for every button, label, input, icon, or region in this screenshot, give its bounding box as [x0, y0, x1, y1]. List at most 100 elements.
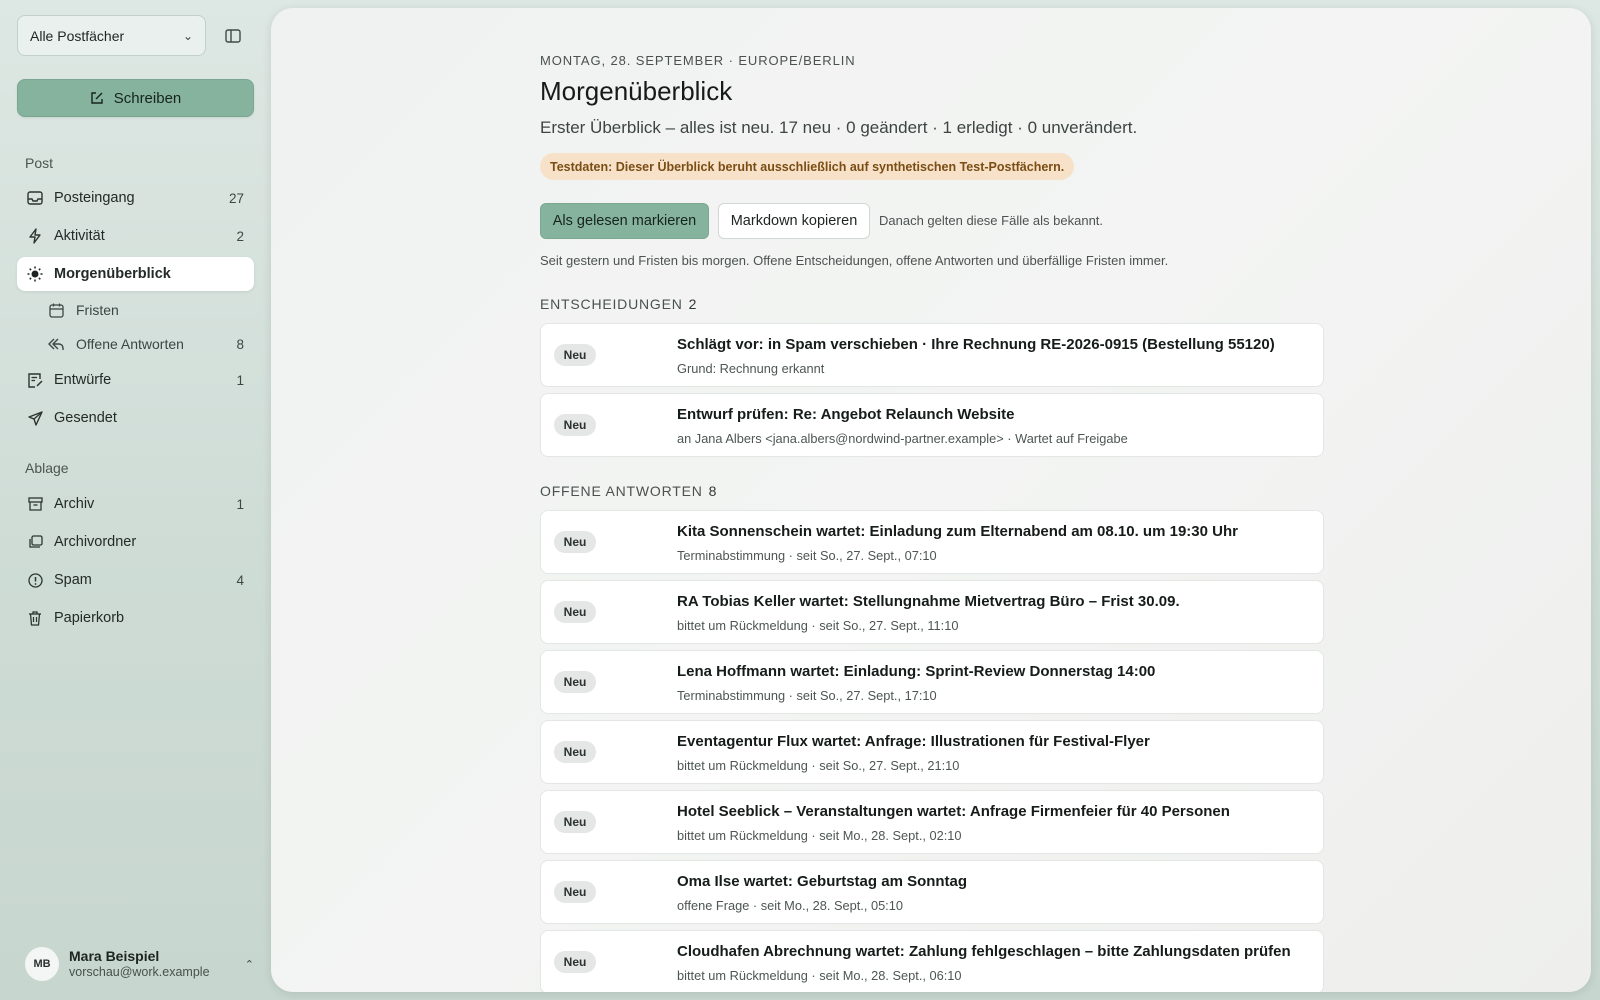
sidebar-item-spam[interactable]: Spam 4: [17, 563, 254, 597]
list-item[interactable]: Neu Kita Sonnenschein wartet: Einladung …: [540, 510, 1324, 574]
mailbox-select[interactable]: Alle Postfächer ⌄: [17, 15, 206, 56]
status-badge: Neu: [554, 531, 596, 553]
item-title: RA Tobias Keller wartet: Stellungnahme M…: [677, 593, 1180, 610]
group-label: OFFENE ANTWORTEN: [540, 483, 703, 499]
sidebar-item-label: Archivordner: [54, 534, 137, 550]
chevron-down-icon: ⌄: [182, 28, 193, 43]
item-meta: bittet um Rückmeldung · seit So., 27. Se…: [677, 618, 959, 633]
inbox-icon: [26, 189, 44, 207]
draft-icon: [26, 371, 44, 389]
list-item[interactable]: Neu Cloudhafen Abrechnung wartet: Zahlun…: [540, 930, 1324, 992]
sidebar-item-count: 8: [236, 336, 244, 352]
sidebar-item-count: 4: [236, 572, 244, 588]
button-hint: Danach gelten diese Fälle als bekannt.: [879, 213, 1104, 228]
list-item[interactable]: Neu Lena Hoffmann wartet: Einladung: Spr…: [540, 650, 1324, 714]
sidebar-item-count: 1: [236, 496, 244, 512]
item-meta: Terminabstimmung · seit So., 27. Sept., …: [677, 548, 937, 563]
item-title: Cloudhafen Abrechnung wartet: Zahlung fe…: [677, 943, 1291, 960]
folders-icon: [26, 533, 44, 551]
sidebar-item-papierkorb[interactable]: Papierkorb: [17, 601, 254, 635]
status-badge: Neu: [554, 414, 596, 436]
sidebar-item-label: Fristen: [76, 302, 119, 318]
copy-markdown-button[interactable]: Markdown kopieren: [718, 203, 870, 239]
user-menu[interactable]: MB Mara Beispiel vorschau@work.example ⌃: [25, 944, 254, 984]
sidebar-item-count: 27: [228, 190, 244, 206]
group-label: ENTSCHEIDUNGEN: [540, 296, 683, 312]
item-meta: Grund: Rechnung erkannt: [677, 361, 825, 376]
status-badge: Neu: [554, 601, 596, 623]
item-title: Oma Ilse wartet: Geburtstag am Sonntag: [677, 873, 968, 890]
compose-icon: [91, 92, 103, 104]
sidebar-item-entwuerfe[interactable]: Entwürfe 1: [17, 363, 254, 397]
list-item[interactable]: Neu Entwurf prüfen: Re: Angebot Relaunch…: [540, 393, 1324, 457]
group-count: 2: [688, 296, 698, 312]
item-meta: bittet um Rückmeldung · seit Mo., 28. Se…: [677, 828, 962, 843]
status-badge: Neu: [554, 344, 596, 366]
send-icon: [26, 409, 44, 427]
page-title: Morgenüberblick: [540, 76, 733, 106]
item-title: Eventagentur Flux wartet: Anfrage: Illus…: [677, 733, 1150, 750]
scope-note: Seit gestern und Fristen bis morgen. Off…: [540, 253, 1169, 268]
item-title: Hotel Seeblick – Veranstaltungen wartet:…: [677, 803, 1230, 820]
section-label-post: Post: [25, 155, 54, 171]
sidebar-item-label: Papierkorb: [54, 610, 125, 626]
calendar-icon: [47, 301, 65, 319]
sidebar-toggle-button[interactable]: [222, 27, 244, 45]
chevron-up-icon: ⌃: [244, 958, 254, 971]
lightning-icon: [26, 227, 44, 245]
date-line: MONTAG, 28. SEPTEMBER · EUROPE/BERLIN: [540, 53, 856, 68]
reply-icon: [47, 335, 65, 353]
list-item[interactable]: Neu RA Tobias Keller wartet: Stellungnah…: [540, 580, 1324, 644]
section-label-ablage: Ablage: [25, 460, 69, 476]
item-meta: an Jana Albers <jana.albers@nordwind-par…: [677, 431, 1128, 446]
test-data-badge: Testdaten: Dieser Überblick beruht aussc…: [540, 153, 1075, 180]
list-item[interactable]: Neu Hotel Seeblick – Veranstaltungen war…: [540, 790, 1324, 854]
sidebar-item-label: Gesendet: [54, 410, 117, 426]
main-panel: MONTAG, 28. SEPTEMBER · EUROPE/BERLIN Mo…: [271, 8, 1591, 992]
sidebar-item-posteingang[interactable]: Posteingang 27: [17, 181, 254, 215]
item-meta: bittet um Rückmeldung · seit Mo., 28. Se…: [677, 968, 962, 983]
status-badge: Neu: [554, 671, 596, 693]
user-name: Mara Beispiel: [69, 948, 160, 965]
group-count: 8: [708, 483, 718, 499]
sidebar-item-count: 2: [236, 228, 244, 244]
avatar: MB: [25, 947, 59, 981]
compose-button[interactable]: Schreiben: [17, 79, 254, 117]
group-heading-entscheidungen: ENTSCHEIDUNGEN 2: [540, 296, 697, 312]
list-item[interactable]: Neu Schlägt vor: in Spam verschieben · I…: [540, 323, 1324, 387]
sidebar: Alle Postfächer ⌄ Schreiben Post Postein…: [0, 0, 270, 1000]
item-title: Schlägt vor: in Spam verschieben · Ihre …: [677, 336, 1275, 353]
summary-line: Erster Überblick – alles ist neu. 17 neu…: [540, 118, 1138, 137]
mailbox-select-label: Alle Postfächer: [30, 27, 125, 44]
group-heading-offene-antworten: OFFENE ANTWORTEN 8: [540, 483, 717, 499]
sidebar-item-label: Posteingang: [54, 190, 135, 206]
sidebar-item-label: Archiv: [54, 496, 95, 512]
sidebar-item-label: Aktivität: [54, 228, 105, 244]
sidebar-item-label: Offene Antworten: [76, 336, 184, 352]
sun-icon: [26, 265, 44, 283]
status-badge: Neu: [554, 951, 596, 973]
trash-icon: [26, 609, 44, 627]
sidebar-item-archiv[interactable]: Archiv 1: [17, 487, 254, 521]
archive-icon: [26, 495, 44, 513]
sidebar-item-count: 1: [236, 372, 244, 388]
status-badge: Neu: [554, 881, 596, 903]
sidebar-item-aktivitaet[interactable]: Aktivität 2: [17, 219, 254, 253]
item-title: Lena Hoffmann wartet: Einladung: Sprint-…: [677, 663, 1156, 680]
sidebar-item-offene-antworten[interactable]: Offene Antworten 8: [38, 328, 254, 360]
item-title: Kita Sonnenschein wartet: Einladung zum …: [677, 523, 1238, 540]
sidebar-item-label: Spam: [54, 572, 92, 588]
list-item[interactable]: Neu Oma Ilse wartet: Geburtstag am Sonnt…: [540, 860, 1324, 924]
sidebar-item-gesendet[interactable]: Gesendet: [17, 401, 254, 435]
list-item[interactable]: Neu Eventagentur Flux wartet: Anfrage: I…: [540, 720, 1324, 784]
item-meta: bittet um Rückmeldung · seit So., 27. Se…: [677, 758, 960, 773]
sidebar-panel-icon: [225, 29, 241, 43]
user-email: vorschau@work.example: [69, 964, 210, 979]
sidebar-item-archivordner[interactable]: Archivordner: [17, 525, 254, 559]
sidebar-item-label: Morgenüberblick: [54, 266, 171, 282]
compose-label: Schreiben: [113, 89, 182, 107]
item-title: Entwurf prüfen: Re: Angebot Relaunch Web…: [677, 406, 1015, 423]
sidebar-item-morgenueberblick[interactable]: Morgenüberblick: [17, 257, 254, 291]
sidebar-item-fristen[interactable]: Fristen: [38, 294, 254, 326]
mark-read-button[interactable]: Als gelesen markieren: [540, 203, 709, 239]
